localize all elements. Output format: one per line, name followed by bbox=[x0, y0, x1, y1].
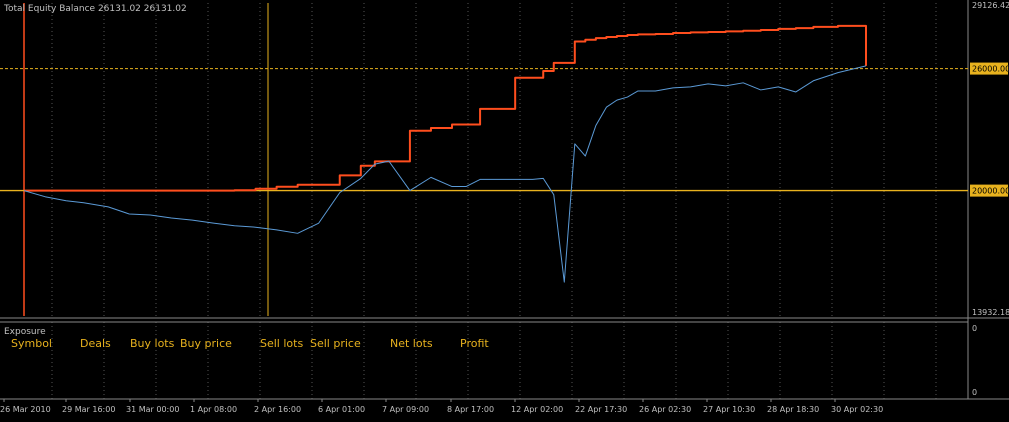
exposure-y-tick-label: 0 bbox=[972, 324, 977, 333]
chart-canvas: 29126.4226000.0020000.0013932.1826000.00… bbox=[0, 0, 1009, 418]
y-tick-label: 29126.42 bbox=[972, 1, 1009, 10]
x-tick-label: 7 Apr 09:00 bbox=[382, 405, 429, 414]
chart-window: 29126.4226000.0020000.0013932.1826000.00… bbox=[0, 0, 1009, 418]
exposure-column-header: Sell price bbox=[310, 337, 361, 350]
x-tick-label: 27 Apr 10:30 bbox=[703, 405, 755, 414]
x-tick-label: 6 Apr 01:00 bbox=[318, 405, 365, 414]
background bbox=[0, 0, 1009, 418]
x-tick-label: 26 Mar 2010 bbox=[0, 405, 51, 414]
x-tick-label: 1 Apr 08:00 bbox=[190, 405, 237, 414]
exposure-column-header: Sell lots bbox=[260, 337, 303, 350]
x-tick-label: 2 Apr 16:00 bbox=[254, 405, 301, 414]
chart-title: Total Equity Balance 26131.02 26131.02 bbox=[3, 4, 187, 14]
x-tick-label: 29 Mar 16:00 bbox=[62, 405, 115, 414]
exposure-column-header: Buy price bbox=[180, 337, 232, 350]
x-tick-label: 8 Apr 17:00 bbox=[447, 405, 494, 414]
exposure-column-header: Net lots bbox=[390, 337, 433, 350]
x-tick-label: 31 Mar 00:00 bbox=[126, 405, 179, 414]
level-price-label: 26000.00 bbox=[972, 65, 1009, 74]
y-tick-label: 13932.18 bbox=[972, 308, 1009, 317]
x-tick-label: 22 Apr 17:30 bbox=[575, 405, 627, 414]
x-tick-label: 26 Apr 02:30 bbox=[639, 405, 691, 414]
exposure-column-header: Profit bbox=[460, 337, 489, 350]
x-tick-label: 30 Apr 02:30 bbox=[831, 405, 883, 414]
level-price-label: 20000.00 bbox=[972, 187, 1009, 196]
x-tick-label: 28 Apr 18:30 bbox=[767, 405, 819, 414]
exposure-title: Exposure bbox=[4, 327, 46, 337]
exposure-column-header: Buy lots bbox=[130, 337, 175, 350]
exposure-y-tick-label: 0 bbox=[972, 388, 977, 397]
x-tick-label: 12 Apr 02:00 bbox=[511, 405, 563, 414]
exposure-column-header: Deals bbox=[80, 337, 111, 350]
exposure-column-header: Symbol bbox=[11, 337, 52, 350]
